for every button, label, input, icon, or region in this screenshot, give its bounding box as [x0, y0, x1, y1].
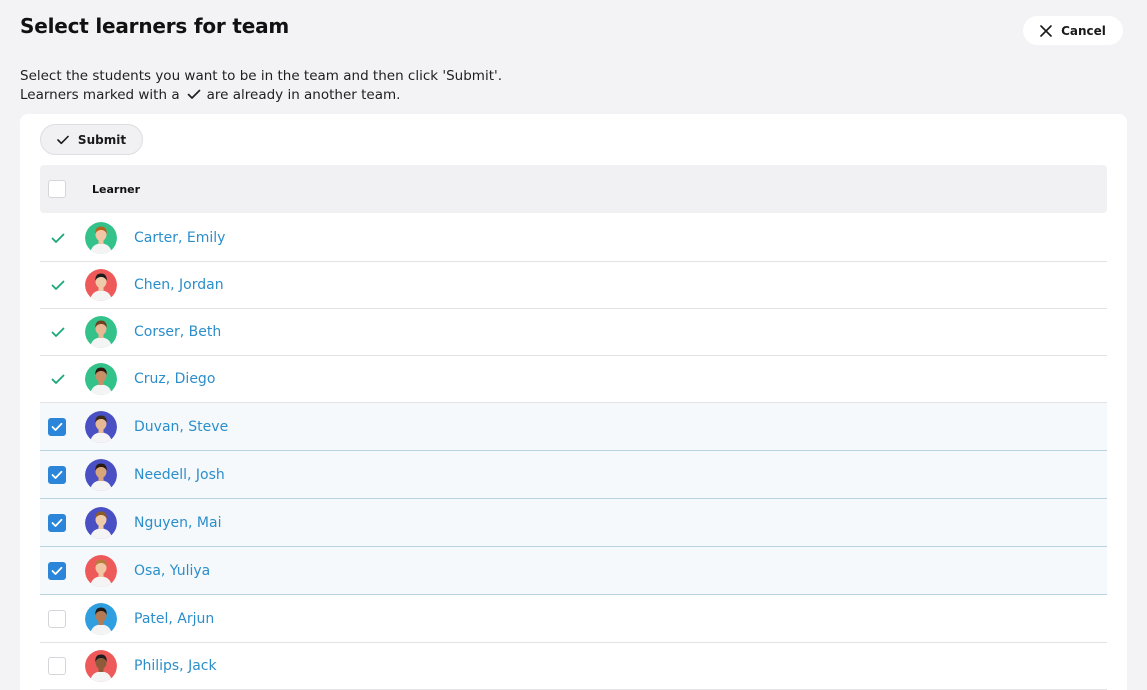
row-status-cell [40, 513, 85, 532]
learner-name-link[interactable]: Duvan, Steve [134, 419, 228, 435]
learner-name-link[interactable]: Philips, Jack [134, 658, 217, 674]
page-title: Select learners for team [20, 14, 290, 38]
avatar [85, 269, 117, 301]
cancel-label: Cancel [1061, 23, 1106, 38]
avatar [85, 602, 117, 635]
table-row[interactable]: Corser, Beth [40, 309, 1107, 356]
select-all-checkbox[interactable] [48, 180, 66, 198]
cancel-button[interactable]: Cancel [1023, 16, 1123, 45]
check-icon [57, 135, 69, 144]
row-checkbox[interactable] [48, 465, 66, 484]
row-status-cell [40, 327, 85, 338]
check-icon [51, 327, 65, 337]
instructions-line-2: Learners marked with a are already in ano… [20, 86, 502, 106]
learner-name-link[interactable]: Osa, Yuliya [134, 563, 210, 579]
avatar [85, 410, 117, 443]
check-icon [51, 280, 65, 290]
row-checkbox[interactable] [48, 513, 66, 532]
learner-name-link[interactable]: Needell, Josh [134, 467, 225, 483]
instructions-line-2-start: Learners marked with a [20, 87, 180, 103]
table-row[interactable]: Carter, Emily [40, 215, 1107, 262]
learner-name-link[interactable]: Nguyen, Mai [134, 515, 221, 531]
avatar [85, 316, 117, 348]
row-checkbox[interactable] [48, 417, 66, 436]
learner-name-link[interactable]: Cruz, Diego [134, 371, 215, 387]
check-icon [51, 470, 63, 479]
learner-name-link[interactable]: Chen, Jordan [134, 277, 224, 293]
row-checkbox[interactable] [48, 657, 66, 675]
column-header-learner: Learner [92, 182, 141, 196]
row-status-cell [40, 465, 85, 484]
submit-button[interactable]: Submit [40, 124, 143, 155]
avatar [85, 458, 117, 491]
row-checkbox[interactable] [48, 609, 66, 628]
table-row[interactable]: Cruz, Diego [40, 356, 1107, 403]
table-row[interactable]: Nguyen, Mai [40, 499, 1107, 547]
learners-panel: Submit Learner Carter, Emily Chen, Jordan… [20, 114, 1127, 690]
avatar [85, 554, 117, 587]
row-status-cell [40, 374, 85, 385]
table-header: Learner [40, 165, 1107, 213]
avatar [85, 363, 117, 395]
table-row[interactable]: Duvan, Steve [40, 403, 1107, 451]
check-icon [51, 422, 63, 431]
instructions: Select the students you want to be in th… [20, 67, 502, 106]
row-status-cell [40, 609, 85, 628]
table-row[interactable]: Chen, Jordan [40, 262, 1107, 309]
check-icon [51, 374, 65, 384]
table-row[interactable]: Needell, Josh [40, 451, 1107, 499]
check-icon [187, 87, 201, 106]
check-icon [51, 233, 65, 243]
check-icon [51, 566, 63, 575]
learner-name-link[interactable]: Carter, Emily [134, 230, 225, 246]
learner-name-link[interactable]: Patel, Arjun [134, 611, 214, 627]
row-checkbox[interactable] [48, 561, 66, 580]
row-status-cell [40, 233, 85, 244]
row-status-cell [40, 280, 85, 291]
row-status-cell [40, 417, 85, 436]
select-learners-page: Select learners for team Cancel Select t… [0, 0, 1147, 690]
table-row[interactable]: Osa, Yuliya [40, 547, 1107, 595]
row-status-cell [40, 657, 85, 675]
close-icon [1040, 24, 1052, 37]
avatar [85, 650, 117, 682]
avatar [85, 506, 117, 539]
instructions-line-2-end: are already in another team. [206, 87, 401, 103]
submit-label: Submit [77, 132, 127, 147]
learner-list: Carter, Emily Chen, Jordan Corser, Beth Cru… [40, 215, 1107, 690]
learner-name-link[interactable]: Corser, Beth [134, 324, 221, 340]
check-icon [51, 518, 63, 527]
instructions-line-1: Select the students you want to be in th… [20, 68, 502, 84]
row-status-cell [40, 561, 85, 580]
table-row[interactable]: Philips, Jack [40, 643, 1107, 690]
avatar [85, 222, 117, 254]
table-row[interactable]: Patel, Arjun [40, 595, 1107, 643]
